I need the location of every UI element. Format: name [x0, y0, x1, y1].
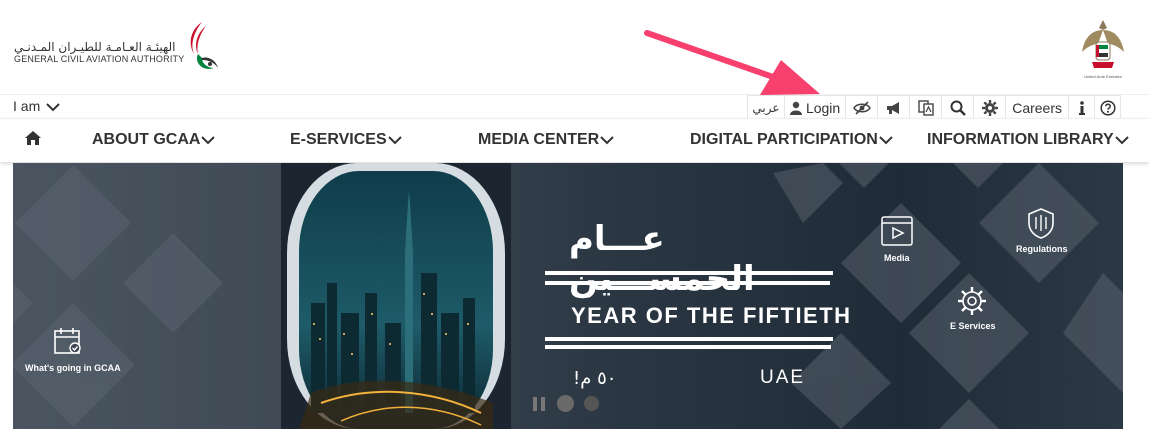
nav-label: MEDIA CENTER [478, 131, 600, 148]
chevron-down-icon [46, 103, 60, 112]
nav-label: DIGITAL PARTICIPATION [690, 131, 878, 148]
home-link[interactable] [25, 131, 41, 150]
utility-bar: I am عربي Login Careers [0, 94, 1149, 120]
eservices-tile[interactable]: E Services [945, 285, 999, 335]
i-am-label: I am [13, 98, 41, 114]
banner-divider [545, 337, 833, 341]
slide-dot-1[interactable] [557, 395, 574, 412]
nav-label: ABOUT GCAA [92, 131, 201, 148]
falcon-logo-icon [190, 22, 218, 69]
whats-going-label: What's going in GCAA [25, 363, 121, 373]
nav-label: E-SERVICES [290, 131, 387, 148]
video-player-icon [881, 216, 913, 246]
banner-arabic-number: !٥٠ م [573, 368, 617, 389]
search-icon [950, 100, 966, 116]
site-header: الهيئـة العـامـة للطيـران المـدنـي GENER… [0, 0, 1149, 94]
info-button[interactable] [1068, 96, 1094, 120]
banner-divider [545, 271, 833, 275]
banner-english-title: YEAR OF THE FIFTIETH [571, 303, 852, 328]
pause-button[interactable] [533, 396, 545, 411]
careers-link[interactable]: Careers [1005, 96, 1068, 120]
translate-button[interactable] [909, 96, 941, 120]
slider-controls [533, 395, 599, 412]
airplane-window-image [281, 163, 511, 429]
nav-about-gcaa[interactable]: ABOUT GCAA [92, 131, 216, 149]
eye-slash-icon [852, 101, 871, 115]
banner-uae-text: UAE [760, 367, 806, 388]
user-icon [789, 101, 802, 115]
hero-slider: عـــام الخمســـين YEAR OF THE FIFTIETH !… [13, 163, 1123, 429]
emblem-caption: United Arab Emirates [1084, 74, 1122, 79]
regulations-label: Regulations [1016, 244, 1068, 254]
search-button[interactable] [941, 96, 973, 120]
whats-going-tile[interactable]: What's going in GCAA [21, 326, 125, 378]
nav-media-center[interactable]: MEDIA CENTER [478, 131, 614, 149]
settings-button[interactable] [973, 96, 1005, 120]
media-label: Media [884, 253, 910, 263]
announcements-button[interactable] [877, 96, 909, 120]
chevron-down-icon [387, 136, 402, 145]
login-button[interactable]: Login [783, 96, 845, 120]
chevron-down-icon [600, 136, 614, 145]
nav-label: INFORMATION LIBRARY [927, 131, 1114, 148]
banner-arabic-title: عـــام الخمســـين [569, 219, 755, 299]
login-label: Login [805, 100, 841, 116]
banner-divider [545, 345, 831, 349]
banner-divider [545, 281, 830, 285]
arabic-language-link[interactable]: عربي [748, 96, 784, 120]
info-icon [1078, 101, 1085, 115]
home-icon [25, 131, 41, 145]
media-tile[interactable]: Media [875, 216, 925, 266]
shield-document-icon [1028, 208, 1054, 239]
accessibility-button[interactable] [845, 96, 877, 120]
translate-icon [918, 100, 934, 116]
chevron-down-icon [1114, 136, 1129, 145]
eservices-label: E Services [950, 321, 996, 331]
help-button[interactable] [1094, 96, 1120, 120]
chevron-down-icon [879, 136, 893, 145]
utility-tools: عربي Login Careers [746, 95, 1121, 120]
help-icon [1099, 100, 1116, 116]
logo-arabic-text: الهيئـة العـامـة للطيـران المـدنـي [14, 40, 176, 54]
year-of-fiftieth-banner: عـــام الخمســـين YEAR OF THE FIFTIETH !… [545, 219, 850, 399]
regulations-tile[interactable]: Regulations [1011, 207, 1071, 257]
nav-e-services[interactable]: E-SERVICES [290, 131, 402, 149]
nav-information-library[interactable]: INFORMATION LIBRARY [927, 131, 1129, 149]
megaphone-icon [886, 102, 899, 114]
uae-emblem: United Arab Emirates [1078, 18, 1128, 84]
gcaa-logo[interactable]: الهيئـة العـامـة للطيـران المـدنـي GENER… [12, 20, 227, 80]
calendar-check-icon [54, 328, 81, 354]
gear-icon [981, 100, 998, 116]
chevron-down-icon [201, 136, 216, 145]
main-navigation: ABOUT GCAA E-SERVICES MEDIA CENTER DIGIT… [0, 118, 1149, 162]
falcon-emblem-icon [1082, 20, 1124, 68]
slide-dot-2[interactable] [584, 396, 599, 411]
nav-digital-participation[interactable]: DIGITAL PARTICIPATION [690, 131, 893, 149]
gear-outline-icon [958, 287, 986, 315]
i-am-dropdown[interactable]: I am [13, 98, 60, 114]
logo-english-text: GENERAL CIVIL AVIATION AUTHORITY [14, 54, 185, 64]
